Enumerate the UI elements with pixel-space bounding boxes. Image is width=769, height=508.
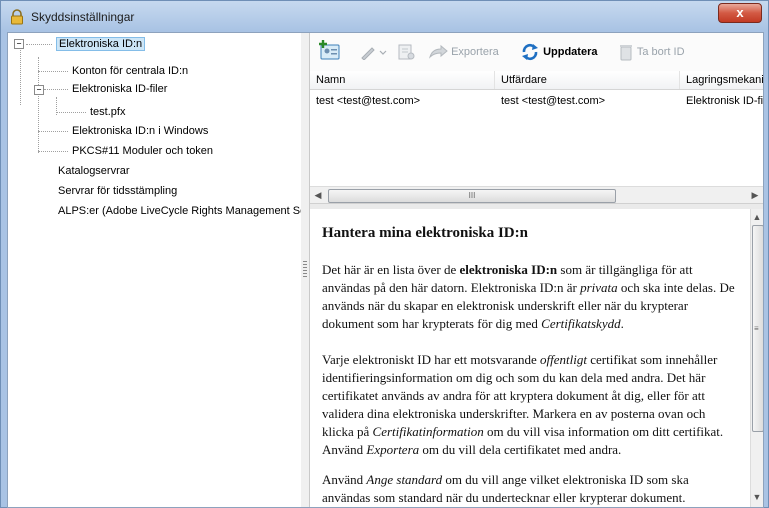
tree-connector <box>38 131 68 132</box>
help-text-italic: offentligt <box>540 352 587 367</box>
horizontal-scroll-thumb[interactable]: III <box>328 189 616 203</box>
tree-item-pkcs11[interactable]: PKCS#11 Moduler och token <box>72 143 213 159</box>
scroll-left-arrow[interactable]: ◀ <box>312 189 324 201</box>
help-text: Det här är en lista över de <box>322 262 460 277</box>
scroll-grip: ≡ <box>754 324 759 333</box>
tree-connector <box>20 47 21 105</box>
pen-icon <box>361 47 387 61</box>
tree-item-label: Elektroniska ID:n i Windows <box>72 125 209 137</box>
right-pane: Exportera Uppdatera Ta bort ID Namn Utfä… <box>310 33 763 507</box>
add-id-icon <box>319 40 340 60</box>
vertical-splitter[interactable] <box>301 33 310 507</box>
tree-item-windows-ids[interactable]: Elektroniska ID:n i Windows <box>72 123 208 139</box>
table-row[interactable]: test <test@test.com> test <test@test.com… <box>310 93 763 109</box>
tree-item-label: Elektroniska ID-filer <box>72 83 168 95</box>
update-button[interactable]: Uppdatera <box>520 43 597 61</box>
export-arrow-icon <box>428 45 448 59</box>
lock-icon <box>11 9 23 25</box>
help-text: om du vill dela certifikatet med andra. <box>419 442 622 457</box>
help-text-bold: elektroniska ID:n <box>459 262 558 277</box>
certificate-icon <box>398 44 415 60</box>
column-header-label: Lagringsmekani <box>686 74 763 86</box>
help-panel: Hantera mina elektroniska ID:n Det här ä… <box>310 209 750 507</box>
delete-label: Ta bort ID <box>636 46 685 58</box>
tree-item-id-files[interactable]: Elektroniska ID-filer <box>72 81 167 97</box>
settings-tree: − − Elektroniska ID:n Konton för central… <box>8 33 310 507</box>
help-text-italic: Exportera <box>366 442 420 457</box>
column-header-label: Namn <box>316 74 346 86</box>
list-header: Namn Utfärdare Lagringsmekani <box>310 71 763 90</box>
help-text: Använd <box>322 472 367 487</box>
column-header-issuer[interactable]: Utfärdare <box>495 71 680 89</box>
tree-item-label: PKCS#11 Moduler och token <box>72 145 214 157</box>
tree-item-directory-servers[interactable]: Katalogservrar <box>58 163 130 179</box>
tree-item-label: Elektroniska ID:n <box>56 37 146 51</box>
vertical-scrollbar[interactable]: ▲ ≡ ▼ <box>750 209 763 507</box>
sign-button[interactable] <box>360 43 388 61</box>
cell-name: test <test@test.com> <box>316 95 421 107</box>
tree-item-label: Konton för centrala ID:n <box>72 65 189 77</box>
help-paragraph-2: Varje elektroniskt ID har ett motsvarand… <box>322 351 738 459</box>
help-paragraph-3: Använd Ange standard om du vill ange vil… <box>322 471 738 507</box>
tree-item-label: Servrar för tidsstämpling <box>58 185 178 197</box>
tree-item-label: ALPS:er (Adobe LiveCycle Rights Manageme… <box>58 205 310 217</box>
client-area: − − Elektroniska ID:n Konton för central… <box>7 32 764 508</box>
certificate-info-button[interactable] <box>396 43 418 61</box>
scroll-right-arrow[interactable]: ▶ <box>749 189 761 201</box>
tree-item-label: Katalogservrar <box>58 165 130 177</box>
vertical-scroll-thumb[interactable]: ≡ <box>752 225 763 432</box>
help-paragraph-1: Det här är en lista över de elektroniska… <box>322 261 738 333</box>
delete-id-button[interactable]: Ta bort ID <box>618 43 685 61</box>
title-bar[interactable]: Skyddsinställningar x <box>1 1 768 33</box>
tree-item-timestamp-servers[interactable]: Servrar för tidsstämpling <box>58 183 177 199</box>
tree-connector <box>26 44 52 45</box>
column-header-name[interactable]: Namn <box>310 71 495 89</box>
dialog-window: Skyddsinställningar x − − Elektroniska I… <box>0 0 769 508</box>
tree-item-test-pfx[interactable]: test.pfx <box>90 104 125 120</box>
update-label: Uppdatera <box>543 46 598 58</box>
cell-issuer: test <test@test.com> <box>501 95 606 107</box>
help-text: Varje elektroniskt ID har ett motsvarand… <box>322 352 541 367</box>
help-text-italic: Certifikatskydd <box>541 316 621 331</box>
trash-icon <box>620 45 632 61</box>
help-text-italic: privata <box>580 280 618 295</box>
refresh-icon <box>522 44 538 61</box>
cell-storage: Elektronisk ID-fi <box>686 95 764 107</box>
export-label: Exportera <box>451 46 499 58</box>
horizontal-scrollbar[interactable]: ◀ III ▶ <box>310 186 763 204</box>
splitter-grip[interactable] <box>303 261 307 279</box>
tree-connector <box>56 112 86 113</box>
help-text-italic: Ange standard <box>366 472 443 487</box>
toolbar: Exportera Uppdatera Ta bort ID <box>310 33 763 71</box>
column-header-storage[interactable]: Lagringsmekani <box>680 71 763 89</box>
help-heading: Hantera mina elektroniska ID:n <box>322 225 528 241</box>
tree-connector <box>38 71 68 72</box>
help-text: . <box>620 316 624 331</box>
tree-connector <box>44 89 68 90</box>
scroll-up-arrow[interactable]: ▲ <box>751 211 763 223</box>
tree-item-electronic-ids[interactable]: Elektroniska ID:n <box>56 36 146 52</box>
tree-item-label: test.pfx <box>90 106 126 118</box>
window-title: Skyddsinställningar <box>31 10 135 24</box>
tree-item-central-accounts[interactable]: Konton för centrala ID:n <box>72 63 188 79</box>
scroll-down-arrow[interactable]: ▼ <box>751 491 763 503</box>
collapse-toggle[interactable]: − <box>34 85 44 95</box>
help-text-italic: Certifikatinformation <box>372 424 484 439</box>
close-button[interactable]: x <box>718 3 762 23</box>
export-button[interactable]: Exportera <box>428 43 499 61</box>
add-id-button[interactable] <box>318 39 342 60</box>
tree-item-alps[interactable]: ALPS:er (Adobe LiveCycle Rights Manageme… <box>58 203 310 219</box>
tree-connector <box>38 151 68 152</box>
collapse-toggle[interactable]: − <box>14 39 24 49</box>
column-header-label: Utfärdare <box>501 74 547 86</box>
